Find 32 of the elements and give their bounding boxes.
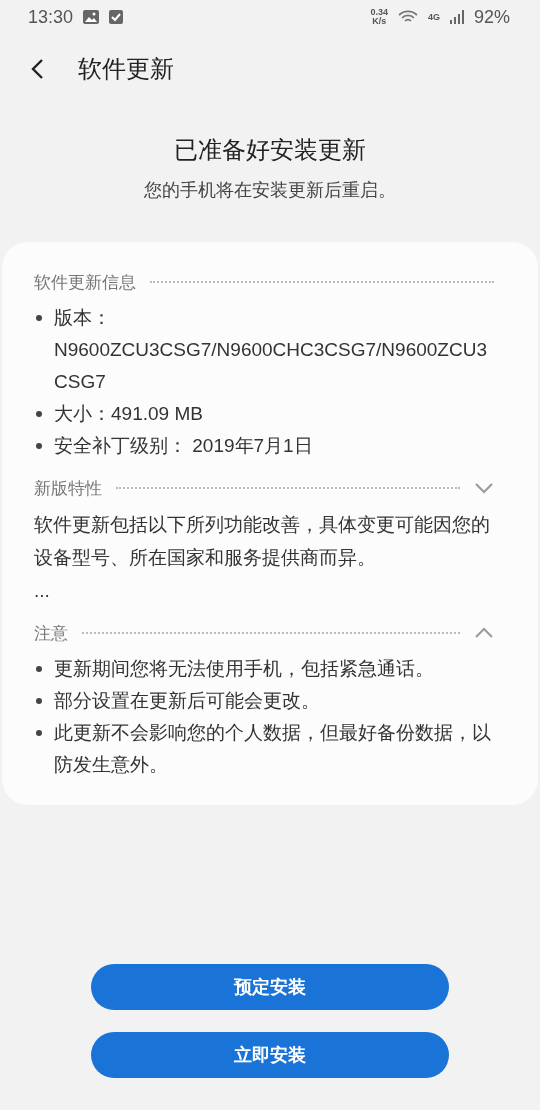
image-icon (83, 10, 100, 24)
checkbox-icon (109, 10, 124, 24)
list-item: 版本：N9600ZCU3CSG7/N9600CHC3CSG7/N9600ZCU3CSG7 (54, 306, 488, 394)
status-subtitle: 您的手机将在安装更新后重启。 (144, 179, 396, 202)
signal-icon (449, 10, 464, 24)
install-button[interactable]: 立即安装 (91, 1032, 449, 1078)
page-title: 软件更新 (78, 54, 174, 84)
collapse-button[interactable] (474, 627, 494, 639)
network-type: 4G (427, 12, 440, 22)
battery-level: 92% (473, 6, 510, 28)
bullet-dot (36, 315, 42, 321)
description-text: 软件更新包括以下所列功能改善，具体变更可能因您的设备型号、所在国家和服务提供商而异。 (34, 513, 491, 570)
expand-button[interactable] (474, 482, 494, 494)
bullet-dot (36, 730, 42, 736)
list-item: 部分设置在更新后可能会更改。 (54, 689, 320, 713)
bullet-dot (36, 666, 42, 672)
status-title: 已准备好安装更新 (174, 135, 366, 165)
list-item: 此更新不会影响您的个人数据，但最好备份数据，以防发生意外。 (54, 721, 492, 777)
more-indicator: ... (34, 579, 51, 603)
list-item: 安全补丁级别： 2019年7月1日 (54, 434, 313, 458)
install-button[interactable]: 预定安装 (91, 964, 449, 1010)
clock: 13:30 (28, 6, 74, 28)
list-item: 大小：491.09 MB (54, 402, 203, 426)
section-title: 新版特性 (34, 477, 102, 500)
section-title: 注意 (34, 622, 68, 645)
bullet-dot (36, 443, 42, 449)
bullet-dot (36, 411, 42, 417)
wifi-icon (397, 10, 418, 24)
bullet-dot (36, 698, 42, 704)
list-item: 更新期间您将无法使用手机，包括紧急通话。 (54, 657, 434, 681)
section-title: 软件更新信息 (34, 271, 136, 294)
network-speed: 0.34 K/s (370, 8, 388, 26)
